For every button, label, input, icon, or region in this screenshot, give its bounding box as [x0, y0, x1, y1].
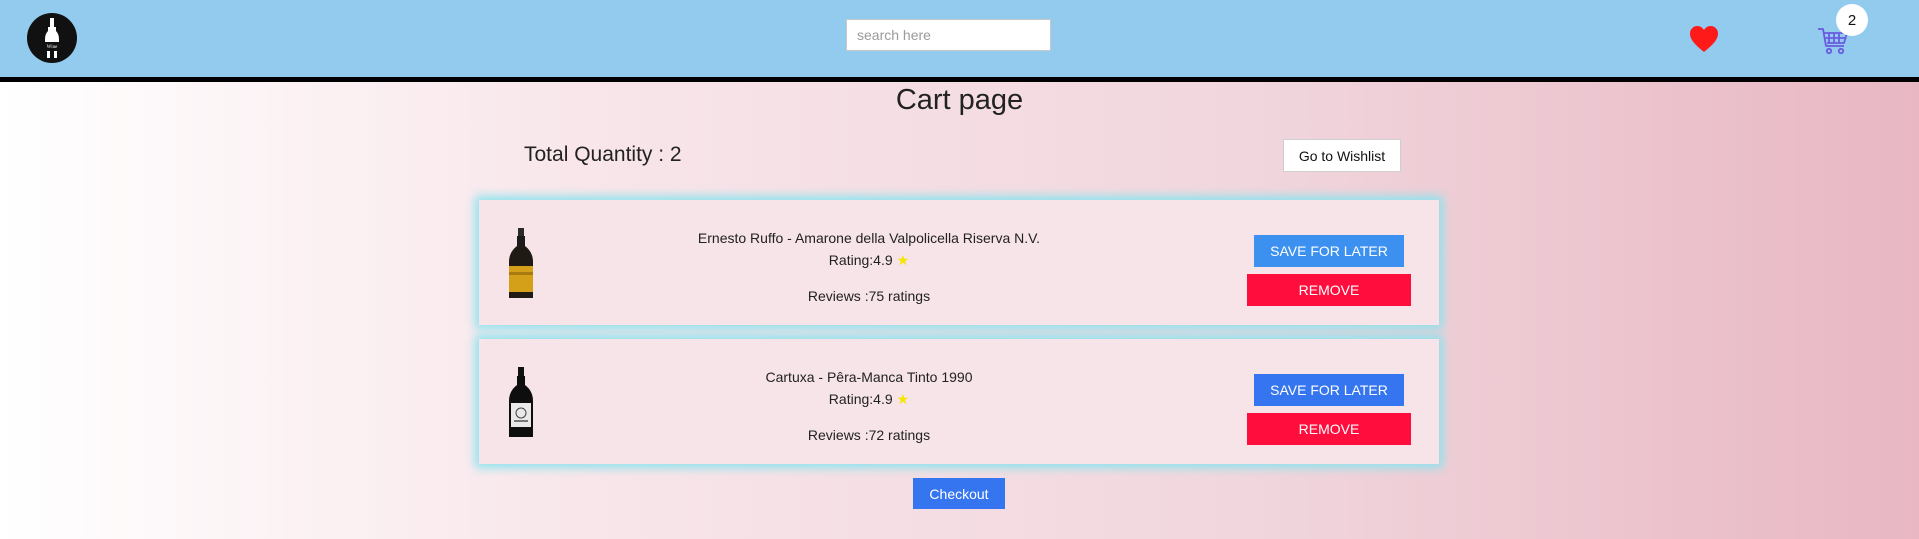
star-icon: ★: [896, 391, 910, 407]
remove-button[interactable]: REMOVE: [1247, 274, 1411, 306]
wine-bottle-icon: Wine: [45, 18, 59, 58]
svg-text:Wine: Wine: [47, 45, 58, 50]
cart-item: Ernesto Ruffo - Amarone della Valpolicel…: [479, 200, 1439, 325]
item-rating: Rating:4.9 ★: [609, 391, 1129, 408]
save-for-later-button[interactable]: SAVE FOR LATER: [1254, 374, 1404, 406]
item-name: Cartuxa - Pêra-Manca Tinto 1990: [765, 369, 973, 385]
go-to-wishlist-button[interactable]: Go to Wishlist: [1283, 139, 1401, 172]
search-input[interactable]: [846, 19, 1051, 51]
rating-value: Rating:4.9: [828, 252, 893, 268]
rating-value: Rating:4.9: [828, 391, 893, 407]
cart-count-badge: 2: [1836, 4, 1868, 36]
navbar: Wine 2: [0, 0, 1919, 82]
remove-button[interactable]: REMOVE: [1247, 413, 1411, 445]
star-icon: ★: [896, 252, 910, 268]
wine-bottle-image: [506, 367, 536, 439]
total-quantity: Total Quantity : 2: [524, 143, 682, 166]
item-name: Ernesto Ruffo - Amarone della Valpolicel…: [697, 230, 1041, 246]
item-reviews: Reviews :75 ratings: [807, 288, 931, 304]
cart-item: Cartuxa - Pêra-Manca Tinto 1990 Rating:4…: [479, 339, 1439, 464]
page-title: Cart page: [895, 84, 1024, 116]
checkout-button[interactable]: Checkout: [913, 478, 1005, 509]
wine-logo[interactable]: Wine: [27, 13, 77, 63]
wine-bottle-image: [506, 228, 536, 300]
wishlist-heart-icon[interactable]: [1689, 25, 1719, 53]
item-rating: Rating:4.9 ★: [609, 252, 1129, 269]
item-reviews: Reviews :72 ratings: [807, 427, 931, 443]
save-for-later-button[interactable]: SAVE FOR LATER: [1254, 235, 1404, 267]
